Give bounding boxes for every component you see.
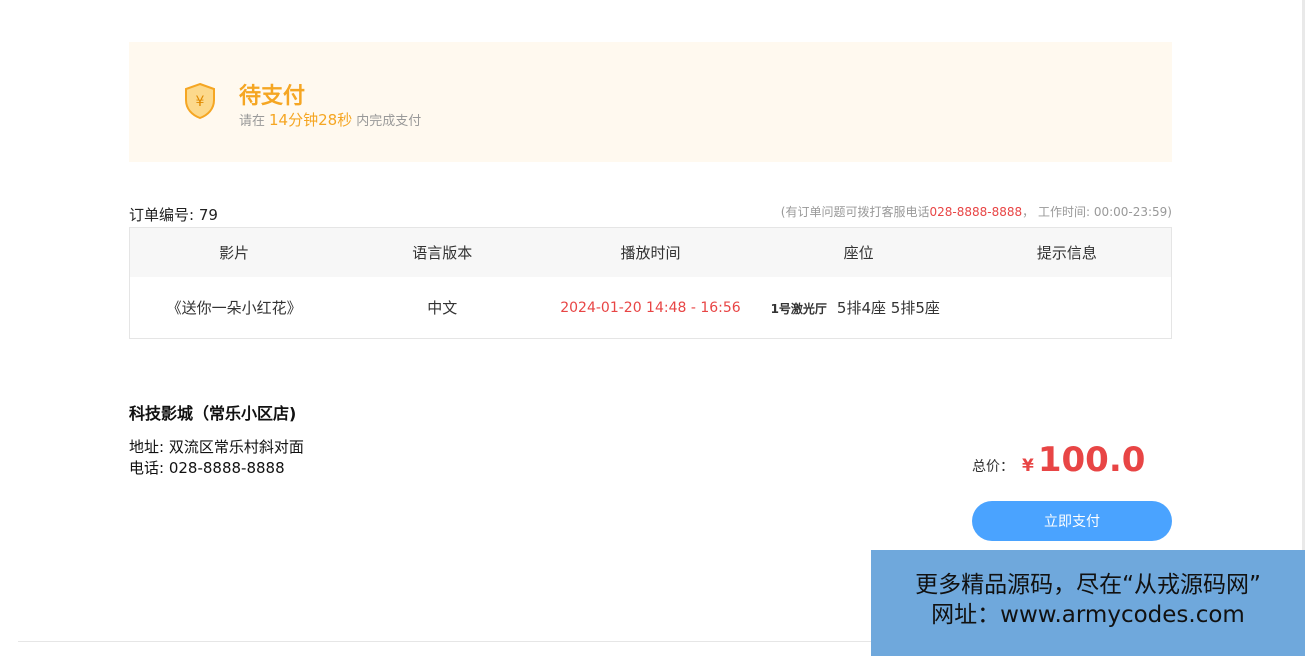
seat-info: 1号激光厅 5排4座 5排5座 bbox=[755, 297, 963, 318]
header-tip: 提示信息 bbox=[1036, 244, 1097, 262]
status-countdown-text: 请在 14分钟28秒 内完成支付 bbox=[239, 109, 421, 130]
total-label: 总价： bbox=[972, 459, 1014, 475]
watermark-banner: 更多精品源码，尽在“从戎源码网” 网址：www.armycodes.com bbox=[871, 550, 1305, 656]
header-language: 语言版本 bbox=[412, 244, 473, 262]
hotline-phone: 028-8888-8888 bbox=[929, 205, 1023, 219]
hotline-suffix: ， 工作时间: 00:00-23:59) bbox=[1022, 205, 1172, 219]
header-movie: 影片 bbox=[219, 244, 250, 262]
order-table: 影片 语言版本 播放时间 座位 提示信息 《送你一朵小红花》 中文 2024-0… bbox=[129, 227, 1172, 339]
table-header: 影片 语言版本 播放时间 座位 提示信息 bbox=[130, 228, 1171, 277]
movie-title: 《送你一朵小红花》 bbox=[166, 299, 302, 317]
movie-language: 中文 bbox=[427, 299, 458, 317]
total-amount: 100.0 bbox=[1037, 440, 1146, 480]
order-number: 订单编号: 79 bbox=[129, 206, 218, 224]
service-hotline: (有订单问题可拨打客服电话028-8888-8888， 工作时间: 00:00-… bbox=[781, 203, 1172, 220]
pay-now-button[interactable]: 立即支付 bbox=[972, 501, 1172, 541]
status-title: 待支付 bbox=[239, 84, 306, 109]
hotline-prefix: (有订单问题可拨打客服电话 bbox=[780, 205, 930, 219]
payment-status-banner: ¥ 待支付 请在 14分钟28秒 内完成支付 bbox=[129, 42, 1172, 162]
countdown-timer: 14分钟28秒 bbox=[269, 111, 353, 129]
countdown-prefix: 请在 bbox=[239, 114, 266, 129]
yen-shield-icon: ¥ bbox=[185, 82, 215, 120]
table-row: 《送你一朵小红花》 中文 2024-01-20 14:48 - 16:56 1号… bbox=[130, 277, 1171, 338]
cinema-address: 地址: 双流区常乐村斜对面 bbox=[129, 438, 304, 456]
watermark-line-2: 网址：www.armycodes.com bbox=[931, 602, 1245, 628]
cinema-details: 地址: 双流区常乐村斜对面 电话: 028-8888-8888 bbox=[129, 437, 304, 479]
watermark-line-1: 更多精品源码，尽在“从戎源码网” bbox=[915, 572, 1261, 598]
total-price: 总价： ¥ 100.0 bbox=[972, 440, 1145, 480]
header-seat: 座位 bbox=[843, 244, 874, 262]
cinema-name: 科技影城（常乐小区店) bbox=[129, 404, 297, 423]
cinema-phone: 电话: 028-8888-8888 bbox=[129, 459, 285, 477]
currency-symbol: ¥ bbox=[1022, 456, 1034, 476]
countdown-suffix: 内完成支付 bbox=[356, 114, 422, 129]
svg-text:¥: ¥ bbox=[196, 94, 205, 110]
hall-name: 1号激光厅 bbox=[770, 302, 827, 316]
show-time: 2024-01-20 14:48 - 16:56 bbox=[560, 299, 741, 316]
seat-list: 5排4座 5排5座 bbox=[836, 299, 940, 317]
page: ¥ 待支付 请在 14分钟28秒 内完成支付 订单编号: 79 (有订单问题可拨打客… bbox=[0, 0, 1305, 656]
header-showtime: 播放时间 bbox=[620, 244, 681, 262]
